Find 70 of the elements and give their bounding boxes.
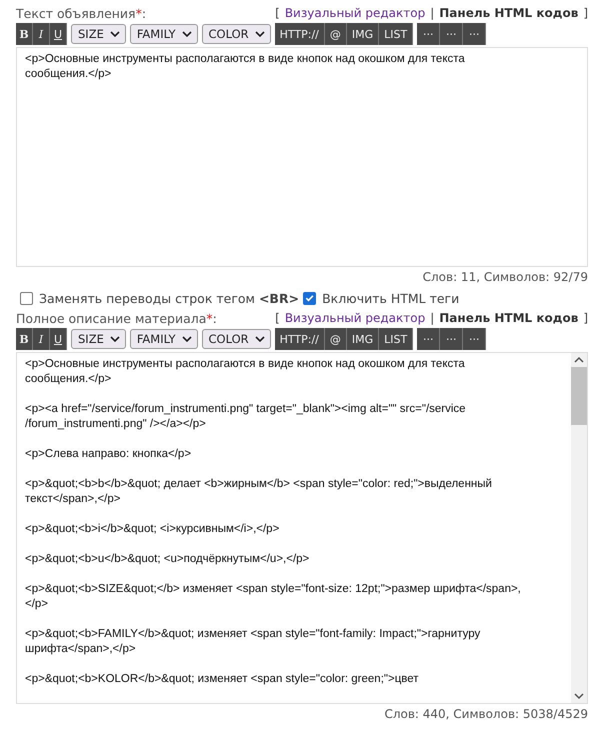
scrollbar[interactable] xyxy=(571,353,587,703)
toolbar-button[interactable]: LIST xyxy=(379,23,414,45)
character-counter: Слов: 11, Символов: 92/79 xyxy=(422,270,588,284)
code-paragraph: <p>Основные инструменты располагаются в виде кнопок над окошком для текста сообщения.</p> xyxy=(25,357,466,387)
bold-button[interactable]: B xyxy=(16,328,33,350)
field-label: Текст объявления xyxy=(16,6,136,20)
code-paragraph: <p>&quot;<b>SIZE&quot;</b> изменяет <span style="font-size: 12pt;">размер шрифта</span>,</p> xyxy=(25,582,522,612)
more-button[interactable]: ··· xyxy=(417,328,440,350)
toolbar-button[interactable]: HTTP:// xyxy=(274,23,325,45)
code-paragraph: <p>Основные инструменты располагаются в виде кнопок над окошком для текста сообщения.</p> xyxy=(25,52,466,82)
checkbox-label: Включить HTML теги xyxy=(322,290,460,306)
underline-button[interactable]: U xyxy=(50,328,67,350)
checkbox[interactable] xyxy=(20,292,33,304)
character-counter: Слов: 440, Символов: 5038/4529 xyxy=(384,707,588,721)
chevron-down-icon xyxy=(182,31,192,37)
more-button[interactable]: ··· xyxy=(463,23,486,45)
dropdown[interactable]: SIZE xyxy=(71,24,126,44)
dropdown[interactable]: FAMILY xyxy=(130,24,198,44)
dropdown[interactable]: FAMILY xyxy=(130,329,198,349)
bracket: ] xyxy=(583,6,588,20)
code-paragraph: <p>&quot;<b>KOLOR</b>&quot; изменяет <span style="color: green;">цвет xyxy=(25,672,420,687)
checkbox-label: Заменять переводы строк тегом <BR> xyxy=(39,290,300,306)
required-mark: * xyxy=(136,6,142,20)
label-colon: : xyxy=(212,310,217,326)
bracket: [ xyxy=(275,311,280,325)
scroll-down-icon[interactable] xyxy=(574,692,584,700)
bracket: [ xyxy=(275,6,280,20)
toolbar-button[interactable]: IMG xyxy=(346,328,380,350)
editor-mode-link[interactable]: Панель HTML кодов xyxy=(439,311,578,325)
code-paragraph: <p>Слева направо: кнопка</p> xyxy=(25,447,192,462)
bold-button[interactable]: B xyxy=(16,23,33,45)
code-paragraph: <p><a href="/service/forum_instrumenti.png" target="_blank"><img alt="" src="/service /forum_instrumenti.png" /></a></p> xyxy=(25,402,467,432)
toolbar-button[interactable]: @ xyxy=(324,23,347,45)
html-code-field[interactable] xyxy=(16,352,588,704)
toolbar-button[interactable]: IMG xyxy=(346,23,380,45)
required-mark: * xyxy=(206,310,213,326)
separator: | xyxy=(430,6,434,20)
italic-button[interactable]: I xyxy=(33,328,50,350)
toolbar-button[interactable]: @ xyxy=(324,328,347,350)
label-colon: : xyxy=(142,6,146,20)
code-paragraph: <p>&quot;<b>i</b>&quot; <i>курсивным</i>,</p> xyxy=(25,522,280,537)
dropdown[interactable]: COLOR xyxy=(202,24,271,44)
toolbar-button[interactable]: HTTP:// xyxy=(274,328,325,350)
chevron-down-icon xyxy=(110,31,120,37)
code-paragraph: <p>&quot;<b>u</b>&quot; <u>подчёркнутым</u>,</p> xyxy=(25,552,310,567)
html-code-field[interactable]: <p>Основные инструменты располагаются в виде кнопок над окошком для текста сообщения.</p> xyxy=(16,47,588,267)
bracket: ] xyxy=(583,311,588,325)
scrollbar-thumb[interactable] xyxy=(571,367,587,425)
italic-button[interactable]: I xyxy=(33,23,50,45)
chevron-down-icon xyxy=(254,336,265,342)
separator: | xyxy=(430,311,434,325)
chevron-down-icon xyxy=(182,336,192,342)
more-button[interactable]: ··· xyxy=(463,328,486,350)
toolbar-button[interactable]: LIST xyxy=(379,328,414,350)
checkbox[interactable] xyxy=(303,292,316,304)
scroll-up-icon[interactable] xyxy=(574,356,584,364)
more-button[interactable]: ··· xyxy=(440,328,464,350)
code-paragraph: <p>&quot;<b>FAMILY</b>&quot; изменяет <span style="font-family: Impact;">гарнитуру шрифта</span>,</p> xyxy=(25,627,482,657)
chevron-down-icon xyxy=(110,336,120,342)
dropdown[interactable]: COLOR xyxy=(202,329,271,349)
field-label: Полное описание материала xyxy=(16,310,206,326)
editor-mode-link[interactable]: Панель HTML кодов xyxy=(439,6,578,20)
editor-mode-link[interactable]: Визуальный редактор xyxy=(284,6,426,20)
more-button[interactable]: ··· xyxy=(440,23,464,45)
more-button[interactable]: ··· xyxy=(417,23,440,45)
code-paragraph: <p>&quot;<b>b</b>&quot; делает <b>жирным</b> <span style="color: red;">выделенный текст</span>,</p> xyxy=(25,477,493,507)
chevron-down-icon xyxy=(254,31,265,37)
dropdown[interactable]: SIZE xyxy=(71,329,126,349)
underline-button[interactable]: U xyxy=(50,23,67,45)
editor-mode-link[interactable]: Визуальный редактор xyxy=(284,311,426,325)
